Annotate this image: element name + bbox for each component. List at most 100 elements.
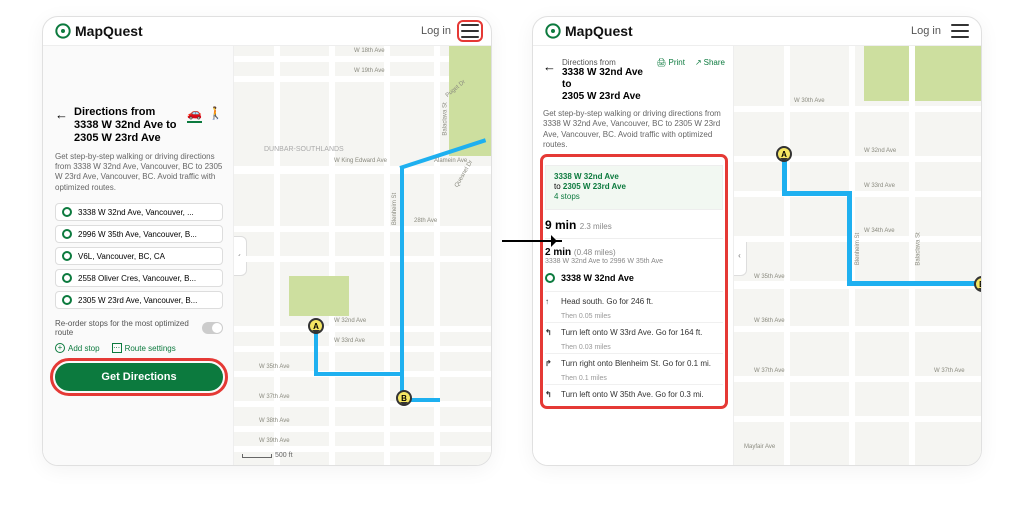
street-label: W King Edward Ave: [334, 158, 387, 164]
stop-label: 2305 W 23rd Ave, Vancouver, B...: [78, 296, 197, 305]
street-label: Blenheim St: [392, 193, 398, 225]
pin-icon: [545, 273, 555, 283]
directions-desc: Get step-by-step walking or driving dire…: [543, 109, 725, 151]
directions-result-highlight: 3338 W 32nd Ave to 2305 W 23rd Ave 4 sto…: [543, 157, 725, 406]
plus-icon: +: [55, 343, 65, 353]
step-text: Turn right onto Blenheim St. Go for 0.1 …: [561, 359, 711, 368]
street-label: W 37th Ave: [934, 368, 965, 374]
step-distance: Then 0.05 miles: [545, 311, 723, 322]
topbar: MapQuest Log in: [43, 17, 491, 46]
stop-label: 2996 W 35th Ave, Vancouver, B...: [78, 230, 197, 239]
step-text: Turn left onto W 35th Ave. Go for 0.3 mi…: [561, 390, 704, 399]
get-directions-button[interactable]: Get Directions: [55, 363, 223, 391]
arrow-up-icon: ↑: [545, 297, 555, 306]
street-label: W 33rd Ave: [864, 183, 895, 189]
neighborhood-label: DUNBAR-SOUTHLANDS: [264, 146, 344, 153]
street-label: W 32nd Ave: [864, 148, 896, 154]
segment-desc: 3338 W 32nd Ave to 2996 W 35th Ave: [545, 258, 723, 265]
reorder-label: Re-order stops for the most optimized ro…: [55, 319, 202, 337]
street-label: W 33rd Ave: [334, 338, 365, 344]
street-label: W 30th Ave: [794, 98, 825, 104]
map-pin-a[interactable]: A: [308, 318, 324, 334]
stop-label: 3338 W 32nd Ave, Vancouver, ...: [78, 208, 194, 217]
gear-icon: ⋯: [112, 343, 122, 353]
logo[interactable]: MapQuest: [545, 23, 633, 39]
map-pin-a[interactable]: A: [776, 146, 792, 162]
street-label: 28th Ave: [414, 218, 437, 224]
stop-input[interactable]: V6L, Vancouver, BC, CA: [55, 247, 223, 265]
title-prefix: Directions from: [562, 58, 650, 67]
left-screenshot: MapQuest Log in ← Directions from 3338 W…: [42, 16, 492, 466]
walk-icon[interactable]: 🚶: [208, 106, 223, 123]
turn-left-icon: ↰: [545, 390, 555, 399]
directions-title: Directions from 3338 W 32nd Ave to 2305 …: [74, 106, 181, 146]
pin-icon: [62, 251, 72, 261]
step-text: Head south. Go for 246 ft.: [561, 297, 653, 306]
stop-label: V6L, Vancouver, BC, CA: [78, 252, 165, 261]
street-label: Alamein Ave: [434, 158, 467, 164]
topbar: MapQuest Log in: [533, 17, 981, 46]
direction-step[interactable]: ↱ Turn right onto Blenheim St. Go for 0.1…: [545, 353, 723, 373]
summary-to: 2305 W 23rd Ave: [563, 182, 626, 191]
print-button[interactable]: 🖨Print: [656, 58, 685, 67]
segment-time: 2 min (0.48 miles): [545, 247, 723, 258]
stop-label: 2558 Oliver Cres, Vancouver, B...: [78, 274, 196, 283]
street-label: Balaclava St: [916, 232, 922, 265]
direction-step[interactable]: ↰ Turn left onto W 35th Ave. Go for 0.3 m…: [545, 384, 723, 404]
connector-arrow-icon: [502, 240, 562, 242]
reorder-toggle[interactable]: [202, 322, 223, 334]
map-canvas[interactable]: ‹ A B W 18th Ave: [233, 46, 491, 465]
street-label: Mayfair Ave: [744, 444, 775, 450]
directions-desc: Get step-by-step walking or driving dire…: [55, 152, 223, 194]
menu-icon[interactable]: [951, 24, 969, 38]
summary-from: 3338 W 32nd Ave: [554, 172, 714, 182]
step-distance: Then 0.03 miles: [545, 342, 723, 353]
route-settings-link[interactable]: ⋯Route settings: [112, 343, 176, 353]
pin-icon: [62, 273, 72, 283]
direction-step[interactable]: ↑ Head south. Go for 246 ft.: [545, 291, 723, 311]
logo[interactable]: MapQuest: [55, 23, 143, 39]
map-canvas[interactable]: ‹ A B W 30th Ave W 32nd Ave W 33rd Ave W…: [733, 46, 981, 465]
right-screenshot: MapQuest Log in ← Directions from 3338 W…: [532, 16, 982, 466]
map-scale: 500 ft: [242, 452, 293, 459]
street-label: W 39th Ave: [259, 438, 290, 444]
logo-icon: [55, 23, 71, 39]
street-label: Balaclava St: [443, 102, 449, 135]
direction-step[interactable]: ↰Turn left onto W 33rd Ave. Go for 164 f…: [545, 322, 723, 342]
back-icon[interactable]: ←: [543, 59, 556, 74]
share-button[interactable]: ↗Share: [695, 58, 725, 67]
login-link[interactable]: Log in: [421, 25, 451, 37]
street-label: W 34th Ave: [864, 228, 895, 234]
title-from: 3338 W 32nd Ave to: [562, 67, 650, 91]
map-pin-b[interactable]: B: [396, 390, 412, 406]
menu-icon[interactable]: [461, 24, 479, 38]
eta: 9 min 2.3 miles: [545, 218, 723, 232]
login-link[interactable]: Log in: [911, 25, 941, 37]
summary-stops: 4 stops: [554, 192, 714, 202]
street-label: Blenheim St: [855, 233, 861, 265]
stop-input[interactable]: 2558 Oliver Cres, Vancouver, B...: [55, 269, 223, 287]
directions-sidebar: ← Directions from 3338 W 32nd Ave to 230…: [533, 46, 733, 465]
pin-icon: [62, 229, 72, 239]
street-label: W 36th Ave: [754, 318, 785, 324]
back-icon[interactable]: ←: [55, 107, 68, 122]
car-icon[interactable]: 🚗: [187, 106, 202, 123]
street-label: W 35th Ave: [754, 274, 785, 280]
directions-sidebar: ← Directions from 3338 W 32nd Ave to 230…: [43, 46, 233, 465]
title-to: 2305 W 23rd Ave: [562, 91, 650, 103]
street-label: W 32nd Ave: [334, 318, 366, 324]
brand-label: MapQuest: [565, 23, 633, 39]
map-pin-b[interactable]: B: [974, 276, 981, 292]
stop-input[interactable]: 2996 W 35th Ave, Vancouver, B...: [55, 225, 223, 243]
street-label: W 37th Ave: [259, 394, 290, 400]
street-label: W 19th Ave: [354, 68, 385, 74]
origin-row: 3338 W 32nd Ave: [545, 273, 723, 283]
route-summary[interactable]: 3338 W 32nd Ave to 2305 W 23rd Ave 4 sto…: [545, 165, 723, 210]
brand-label: MapQuest: [75, 23, 143, 39]
pin-icon: [62, 295, 72, 305]
step-text: Turn left onto W 33rd Ave. Go for 164 ft…: [561, 328, 702, 337]
stop-input[interactable]: 3338 W 32nd Ave, Vancouver, ...: [55, 203, 223, 221]
stop-input[interactable]: 2305 W 23rd Ave, Vancouver, B...: [55, 291, 223, 309]
add-stop-link[interactable]: +Add stop: [55, 343, 100, 353]
turn-right-icon: ↱: [545, 359, 555, 368]
